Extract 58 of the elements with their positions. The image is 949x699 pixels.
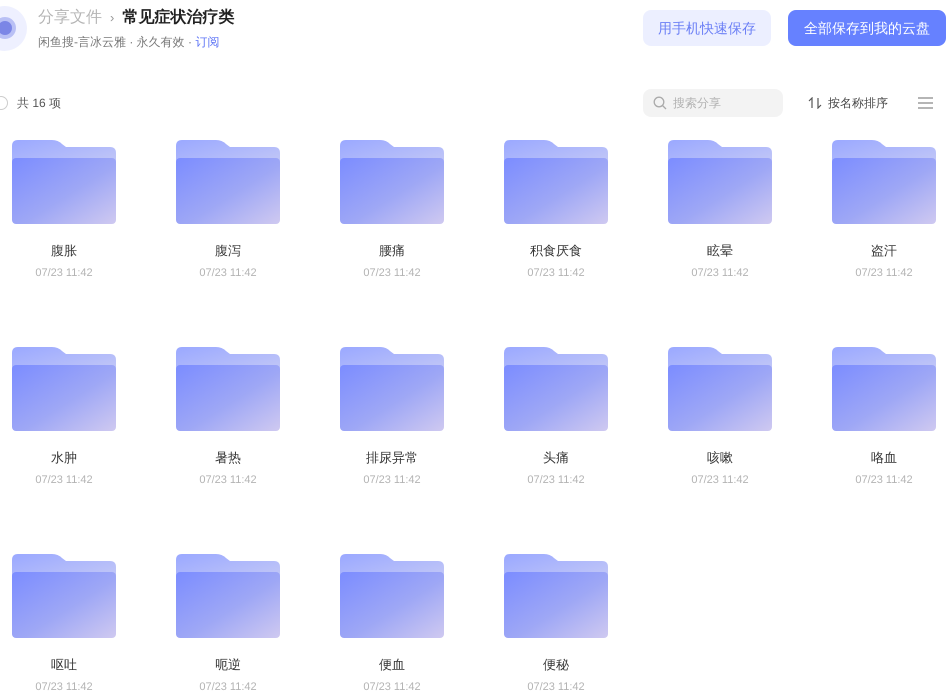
folder-title: 常见症状治疗类 bbox=[122, 7, 234, 28]
folder-icon bbox=[340, 554, 444, 638]
search-icon bbox=[653, 96, 667, 110]
folder-icon bbox=[504, 347, 608, 431]
folder-icon bbox=[832, 347, 936, 431]
folder-icon bbox=[504, 140, 608, 224]
modified-date: 07/23 11:42 bbox=[691, 472, 749, 488]
folder-name[interactable]: 腹胀 bbox=[51, 241, 77, 260]
modified-date: 07/23 11:42 bbox=[527, 680, 585, 694]
folder-name[interactable]: 眩晕 bbox=[707, 241, 733, 260]
folder-name[interactable]: 腰痛 bbox=[379, 241, 405, 260]
sort-icon bbox=[808, 97, 822, 109]
folder-icon bbox=[176, 347, 280, 431]
modified-date: 07/23 11:42 bbox=[35, 472, 93, 488]
modified-date: 07/23 11:42 bbox=[199, 266, 257, 280]
folder-icon bbox=[176, 140, 280, 224]
modified-date: 07/23 11:42 bbox=[35, 680, 93, 694]
modified-date: 07/23 11:42 bbox=[199, 472, 257, 488]
folder-icon bbox=[504, 554, 608, 638]
folder-icon bbox=[668, 347, 772, 431]
menu-icon[interactable] bbox=[918, 97, 933, 109]
folder-icon bbox=[176, 554, 280, 638]
modified-date: 07/23 11:42 bbox=[363, 472, 421, 488]
breadcrumb-separator: › bbox=[110, 8, 114, 27]
folder-name[interactable]: 盗汗 bbox=[871, 241, 897, 260]
folder-name[interactable]: 呃逆 bbox=[215, 655, 241, 674]
share-info: 闲鱼搜-言冰云雅 · 永久有效 · bbox=[38, 34, 193, 50]
modified-date: 07/23 11:42 bbox=[855, 472, 913, 488]
subscribe-link[interactable]: 订阅 bbox=[195, 32, 220, 50]
item-count: 共 16 项 bbox=[17, 95, 62, 112]
folder-name[interactable]: 暑热 bbox=[215, 448, 241, 468]
modified-date: 07/23 11:42 bbox=[855, 266, 913, 280]
folder-name[interactable]: 头痛 bbox=[543, 448, 569, 468]
folder-name[interactable]: 排尿异常 bbox=[366, 448, 418, 468]
folder-icon bbox=[668, 140, 772, 224]
modified-date: 07/23 11:42 bbox=[691, 266, 749, 280]
modified-date: 07/23 11:42 bbox=[527, 266, 585, 280]
modified-date: 07/23 11:42 bbox=[199, 680, 257, 694]
folder-name[interactable]: 咳嗽 bbox=[707, 448, 733, 468]
folder-icon bbox=[12, 554, 116, 638]
folder-name[interactable]: 水肿 bbox=[51, 448, 77, 468]
modified-date: 07/23 11:42 bbox=[363, 266, 421, 280]
search-field[interactable]: 搜索分享 bbox=[643, 89, 783, 117]
folder-name[interactable]: 便血 bbox=[379, 655, 405, 674]
folder-name[interactable]: 积食厌食 bbox=[530, 241, 582, 260]
folder-icon bbox=[12, 347, 116, 431]
folder-name[interactable]: 便秘 bbox=[543, 655, 569, 674]
folder-name[interactable]: 腹泻 bbox=[215, 241, 241, 260]
folder-icon bbox=[340, 347, 444, 431]
modified-date: 07/23 11:42 bbox=[35, 266, 93, 280]
folder-icon bbox=[340, 140, 444, 224]
folder-name[interactable]: 呕吐 bbox=[51, 655, 77, 674]
folder-name[interactable]: 咯血 bbox=[871, 448, 897, 468]
sort-button[interactable]: 按名称排序 bbox=[808, 94, 888, 112]
folder-icon bbox=[832, 140, 936, 224]
modified-date: 07/23 11:42 bbox=[527, 472, 585, 488]
folder-icon bbox=[12, 140, 116, 224]
modified-date: 07/23 11:42 bbox=[363, 680, 421, 694]
